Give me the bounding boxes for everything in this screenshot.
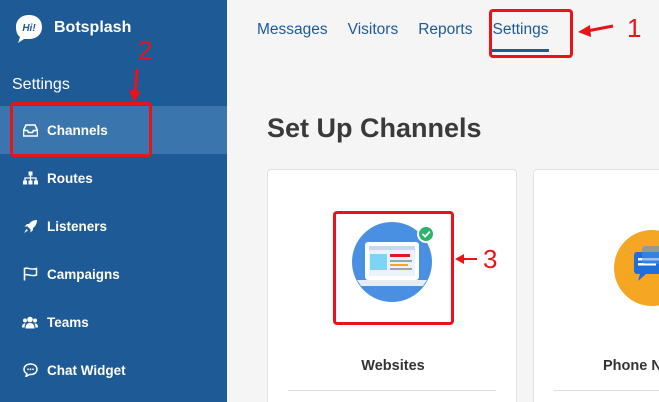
tab-reports[interactable]: Reports bbox=[418, 21, 472, 39]
tab-messages[interactable]: Messages bbox=[257, 21, 328, 39]
users-icon bbox=[22, 314, 38, 330]
channel-card-label: Phone N bbox=[603, 358, 659, 374]
sidebar-item-label: Teams bbox=[47, 314, 89, 330]
sidebar-item-listeners[interactable]: Listeners bbox=[0, 202, 227, 250]
brand-logo-icon: Hi! bbox=[14, 13, 44, 43]
arrow-1 bbox=[586, 24, 614, 33]
sidebar-item-label: Listeners bbox=[47, 218, 108, 234]
sidebar-item-campaigns[interactable]: Campaigns bbox=[0, 250, 227, 298]
brand-logo-text: Hi! bbox=[22, 23, 36, 34]
tab-visitors[interactable]: Visitors bbox=[348, 21, 399, 39]
sidebar-item-teams[interactable]: Teams bbox=[0, 298, 227, 346]
annotation-number-3: 3 bbox=[483, 244, 498, 274]
brand-name: Botsplash bbox=[54, 19, 132, 36]
sidebar-item-label: Routes bbox=[47, 170, 93, 186]
arrow-1-head bbox=[578, 25, 591, 37]
annotation-box-channels bbox=[10, 102, 152, 157]
card-divider bbox=[554, 390, 659, 391]
sidebar-item-chat-widget[interactable]: Chat Widget bbox=[0, 346, 227, 394]
card-divider bbox=[288, 390, 496, 391]
sidebar-item-label: Chat Widget bbox=[47, 362, 126, 378]
sidebar-item-label: Campaigns bbox=[47, 266, 120, 282]
channel-card-label: Websites bbox=[361, 358, 425, 374]
page-title: Set Up Channels bbox=[267, 113, 482, 143]
chat-bubble-icon bbox=[22, 362, 38, 378]
app-window: Hi! Botsplash Settings Channels Routes L… bbox=[0, 0, 659, 402]
sidebar-item-routes[interactable]: Routes bbox=[0, 154, 227, 202]
sitemap-icon bbox=[22, 170, 38, 186]
annotation-number-2: 2 bbox=[138, 35, 153, 65]
sidebar-section-title: Settings bbox=[12, 76, 70, 93]
sidebar: Hi! Botsplash Settings Channels Routes L… bbox=[0, 0, 227, 402]
annotation-number-1: 1 bbox=[627, 13, 642, 43]
sms-chat-icon bbox=[614, 230, 659, 306]
annotation-box-websites-icon bbox=[333, 211, 454, 325]
brand[interactable]: Hi! Botsplash bbox=[14, 13, 131, 43]
flag-icon bbox=[22, 266, 38, 282]
rocket-icon bbox=[22, 218, 38, 234]
channel-card-phone[interactable]: Phone N bbox=[533, 169, 659, 402]
annotation-box-settings-tab bbox=[489, 9, 573, 58]
